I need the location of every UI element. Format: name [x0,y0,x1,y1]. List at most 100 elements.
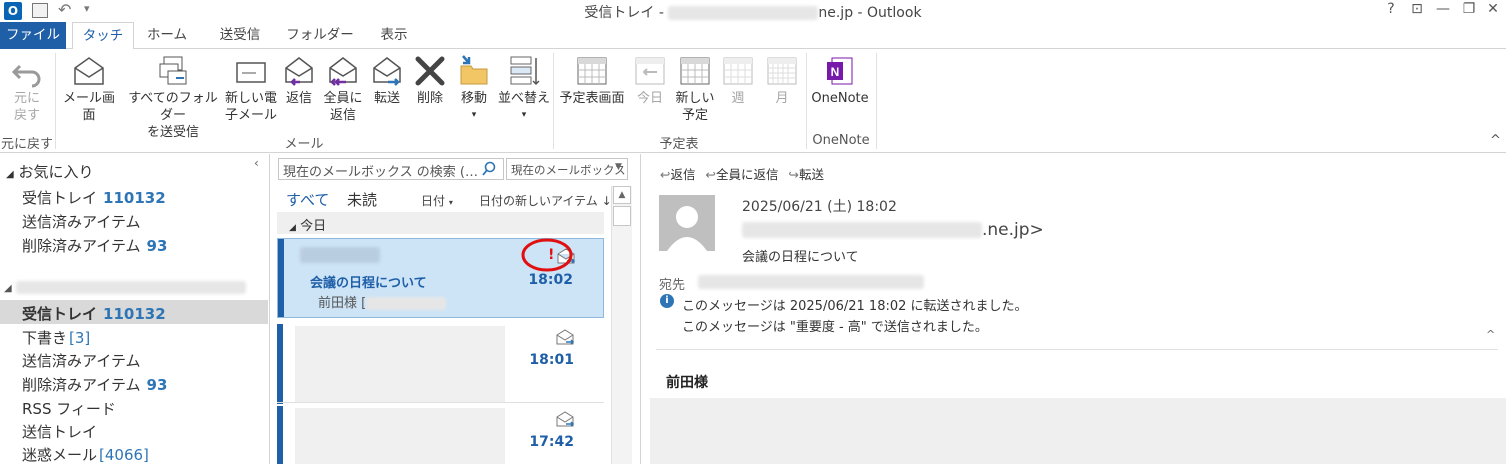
delete-button[interactable]: 削除 [410,49,450,107]
fav-inbox[interactable]: 受信トレイ 110132 [22,187,166,208]
message-item[interactable]: 18:01 [277,324,604,404]
forwarded-envelope-icon [556,329,575,345]
message-item-selected[interactable]: ! 会議の日程について 18:02 前田様 [ [277,238,604,318]
sort-by-dropdown[interactable]: 日付 ▾ [421,192,453,209]
collapse-ribbon-icon[interactable]: ^ [1490,133,1501,148]
mail-view-label: メール画面 [62,91,115,123]
close-icon[interactable]: ✕ [1482,1,1504,17]
new-mail-label-1: 新しい電 [224,91,277,106]
folder-inbox[interactable]: 受信トレイ 110132 [22,303,166,324]
sort-order-toggle[interactable]: 日付の新しいアイテム ↓ [479,192,612,209]
blurred-sender [300,247,380,263]
forward-button[interactable]: 転送 [368,49,406,107]
message-list-pane: 現在のメールボックス の検索 (… 現在のメールボックス ▼ すべて 未読 日付… [271,154,641,464]
message-sender[interactable]: .ne.jp> [742,220,1044,240]
triangle-down-icon: ◢ [4,283,12,294]
forward-action[interactable]: ↪転送 [788,167,824,182]
reply-all-label-1: 全員に [323,91,363,106]
avatar[interactable] [659,195,715,251]
folder-rss[interactable]: RSS フィード [22,398,116,419]
today-button[interactable]: 今日 [630,49,670,107]
ribbon-display-icon[interactable]: ⊡ [1406,1,1428,17]
navigation-pane: ‹ ◢ お気に入り 受信トレイ 110132 送信済みアイテム 削除済みアイテム 9… [0,154,270,464]
reading-pane: ↩返信 ↩全員に返信 ↪転送 2025/06/21 (土) 18:02 .ne.… [642,154,1506,464]
scroll-thumb[interactable] [613,206,631,226]
undo-label-2: 戻す [13,108,40,123]
message-time: 18:01 [529,352,574,368]
reply-button[interactable]: 返信 [280,49,318,107]
filter-unread[interactable]: 未読 [347,189,377,210]
message-time: 18:02 [528,272,573,288]
tab-send-receive[interactable]: 送受信 [208,22,272,49]
triangle-down-icon: ◢ [289,223,296,233]
fav-deleted[interactable]: 削除済みアイテム 93 [22,235,167,256]
reply-all-icon: ↩ [705,167,716,182]
favorites-header[interactable]: ◢ お気に入り [6,161,94,182]
maximize-icon[interactable]: ❐ [1458,1,1480,17]
person-silhouette-icon [667,206,707,251]
sort-dropdown-icon[interactable]: ▾ [496,107,552,124]
collapse-nav-icon[interactable]: ‹ [254,156,259,170]
reply-action[interactable]: ↩返信 [660,167,696,182]
body-greeting: 前田様 [666,375,708,391]
move-label: 移動 [460,91,487,106]
folder-sent[interactable]: 送信済みアイテム [22,350,141,371]
sort-button[interactable]: 並べ替え ▾ [496,49,552,124]
week-button[interactable]: 週 [718,49,758,107]
account-header[interactable]: ◢ [4,280,264,296]
unread-indicator [278,239,284,317]
onenote-label: OneNote [811,91,869,106]
chevron-down-icon: ▼ [615,162,622,172]
tab-home[interactable]: ホーム [138,22,196,49]
blurred-account [15,281,246,294]
group-onenote-label: OneNote [812,133,870,148]
search-scope-dropdown[interactable]: 現在のメールボックス ▼ [506,158,628,180]
folder-junk[interactable]: 迷惑メール [4066] [22,444,149,464]
new-mail-label-2: 子メール [224,108,277,123]
reply-all-action[interactable]: ↩全員に返信 [705,167,778,182]
reply-all-icon [329,57,357,86]
send-receive-all-button[interactable]: すべてのフォルダー を送受信 [123,49,223,141]
svg-text:N: N [831,65,840,79]
search-placeholder: 現在のメールボックス の検索 (… [283,165,478,180]
move-button[interactable]: 移動 ▾ [452,49,496,124]
move-dropdown-icon[interactable]: ▾ [452,107,496,124]
group-header-today[interactable]: ◢ 今日 [277,212,604,234]
window-title: 受信トレイ - ne.jp - Outlook [584,5,922,21]
filter-all[interactable]: すべて [286,189,329,210]
calendar-view-button[interactable]: 予定表画面 [556,49,628,107]
new-mail-button[interactable]: 新しい電 子メール [224,49,278,124]
scrollbar[interactable]: ▲ [611,186,632,464]
red-circle-annotation [521,238,573,272]
folder-deleted[interactable]: 削除済みアイテム 93 [22,374,167,395]
scroll-up-icon[interactable]: ▲ [613,186,631,204]
folder-drafts[interactable]: 下書き [3] [22,327,90,348]
header-divider [656,349,1498,350]
undo-button[interactable]: 元に 戻す [4,49,50,124]
sort-label: 並べ替え [497,91,550,106]
tab-touch[interactable]: タッチ [72,22,134,50]
month-button[interactable]: 月 [762,49,802,107]
reply-all-button[interactable]: 全員に 返信 [320,49,366,124]
today-calendar-icon [635,57,665,85]
tab-file[interactable]: ファイル [0,22,66,49]
blurred-message-content [295,408,505,464]
new-appointment-button[interactable]: 新しい 予定 [672,49,718,124]
minimize-icon[interactable]: — [1432,1,1454,17]
message-item[interactable]: 17:42 [277,406,604,464]
collapse-header-icon[interactable]: ^ [1486,328,1495,341]
onenote-button[interactable]: N OneNote [808,49,872,107]
forward-icon: ↪ [788,167,799,182]
tab-folder[interactable]: フォルダー [282,22,358,49]
search-input[interactable]: 現在のメールボックス の検索 (… [278,158,504,180]
folder-outbox[interactable]: 送信トレイ [22,421,97,442]
fav-sent[interactable]: 送信済みアイテム [22,211,141,232]
help-icon[interactable]: ? [1380,1,1402,17]
tab-view[interactable]: 表示 [366,22,422,49]
undo-label-1: 元に [13,91,40,106]
mail-view-button[interactable]: メール画面 [58,49,120,124]
send-receive-folders-icon [159,56,187,85]
reply-icon [285,57,313,86]
message-time: 17:42 [529,434,574,450]
group-calendar-label: 予定表 [659,137,699,152]
